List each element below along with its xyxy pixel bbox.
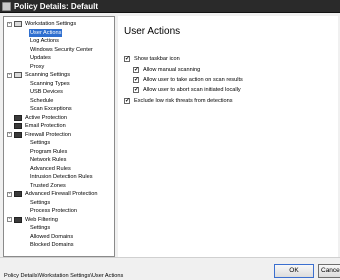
tree-item-label: User Actions xyxy=(29,28,63,37)
tree-item-label: Process Protection xyxy=(30,208,77,214)
tree-item-label: Web Filtering xyxy=(25,216,58,223)
shield-icon xyxy=(14,114,22,121)
tree-item-label: Windows Security Center xyxy=(30,46,93,53)
tree-item-label: Trusted Zones xyxy=(30,182,66,189)
option-label: Allow user to abort scan initiated local… xyxy=(143,87,241,93)
tree-item-label: Settings xyxy=(30,225,51,231)
navigation-tree[interactable]: - Workstation Settings User Actions Log Act… xyxy=(3,16,115,257)
status-path: Policy Details\Workstation Settings\User… xyxy=(4,273,124,279)
web-icon xyxy=(14,216,22,223)
title-bar[interactable]: Policy Details: Default xyxy=(0,0,340,13)
computer-icon xyxy=(14,21,22,27)
tree-item-label: USB Devices xyxy=(30,89,63,95)
option-checkbox[interactable]: ✓ xyxy=(133,67,139,73)
collapse-icon[interactable]: - xyxy=(7,72,12,78)
tree-item-label: Settings xyxy=(30,199,51,206)
option-label: Exclude low risk threats from detections xyxy=(134,98,233,104)
option-label: Allow manual scanning xyxy=(143,67,201,73)
tree-item-label: Scanning Settings xyxy=(25,72,71,78)
cancel-button[interactable]: Cancel xyxy=(318,264,340,278)
collapse-icon[interactable]: - xyxy=(7,21,12,27)
collapse-icon[interactable]: - xyxy=(7,217,12,222)
firewall-icon xyxy=(14,131,22,138)
option-checkbox[interactable]: ✓ xyxy=(133,87,139,93)
tree-item-label: Workstation Settings xyxy=(25,21,77,27)
tree-item-label: Advanced Firewall Protection xyxy=(25,191,98,197)
tree-item-label: Scan Exceptions xyxy=(30,106,72,112)
option-checkbox[interactable]: ✓ xyxy=(133,77,139,83)
tree-item-label: Blocked Domains xyxy=(30,242,74,248)
collapse-icon[interactable]: - xyxy=(7,191,12,197)
option-label: Show taskbar icon xyxy=(134,56,180,62)
tree-item-label: Updates xyxy=(30,55,51,61)
tree-item-label: Settings xyxy=(30,140,51,146)
window-title: Policy Details: Default xyxy=(14,2,99,11)
tree-item-label: Network Rules xyxy=(30,157,67,163)
tree-item-label: Intrusion Detection Rules xyxy=(30,174,93,180)
status-bar: Policy Details\Workstation Settings\User… xyxy=(0,257,340,280)
tree-item-label: Email Protection xyxy=(25,123,66,129)
tree-item-label: Allowed Domains xyxy=(30,233,74,240)
tree-item-label: Firewall Protection xyxy=(25,131,72,138)
option-checkbox[interactable]: ✓ xyxy=(124,56,130,62)
tree-item-label: Scanning Types xyxy=(30,80,70,87)
option-checkbox[interactable]: ✓ xyxy=(124,98,130,104)
option-label: Allow user to take action on scan result… xyxy=(143,77,243,83)
app-icon xyxy=(2,2,11,11)
scan-icon xyxy=(14,72,22,78)
tree-item-label: Log Actions xyxy=(30,38,59,44)
tree-item-label: Advanced Rules xyxy=(30,165,71,172)
tree-item-label: Active Protection xyxy=(25,114,67,121)
firewall-icon xyxy=(14,191,22,197)
tree-item-label: Schedule xyxy=(30,97,54,104)
ok-button[interactable]: OK xyxy=(274,264,314,278)
email-icon xyxy=(14,123,22,129)
section-title: User Actions xyxy=(124,26,181,37)
tree-item-label: Proxy xyxy=(30,63,45,70)
dialog-body: - Workstation Settings User Actions Log Act… xyxy=(0,13,340,280)
tree-item-label: Program Rules xyxy=(30,148,68,155)
collapse-icon[interactable]: - xyxy=(7,132,12,137)
settings-panel: User Actions ✓ Show taskbar icon ✓ Allow ma… xyxy=(118,16,338,257)
